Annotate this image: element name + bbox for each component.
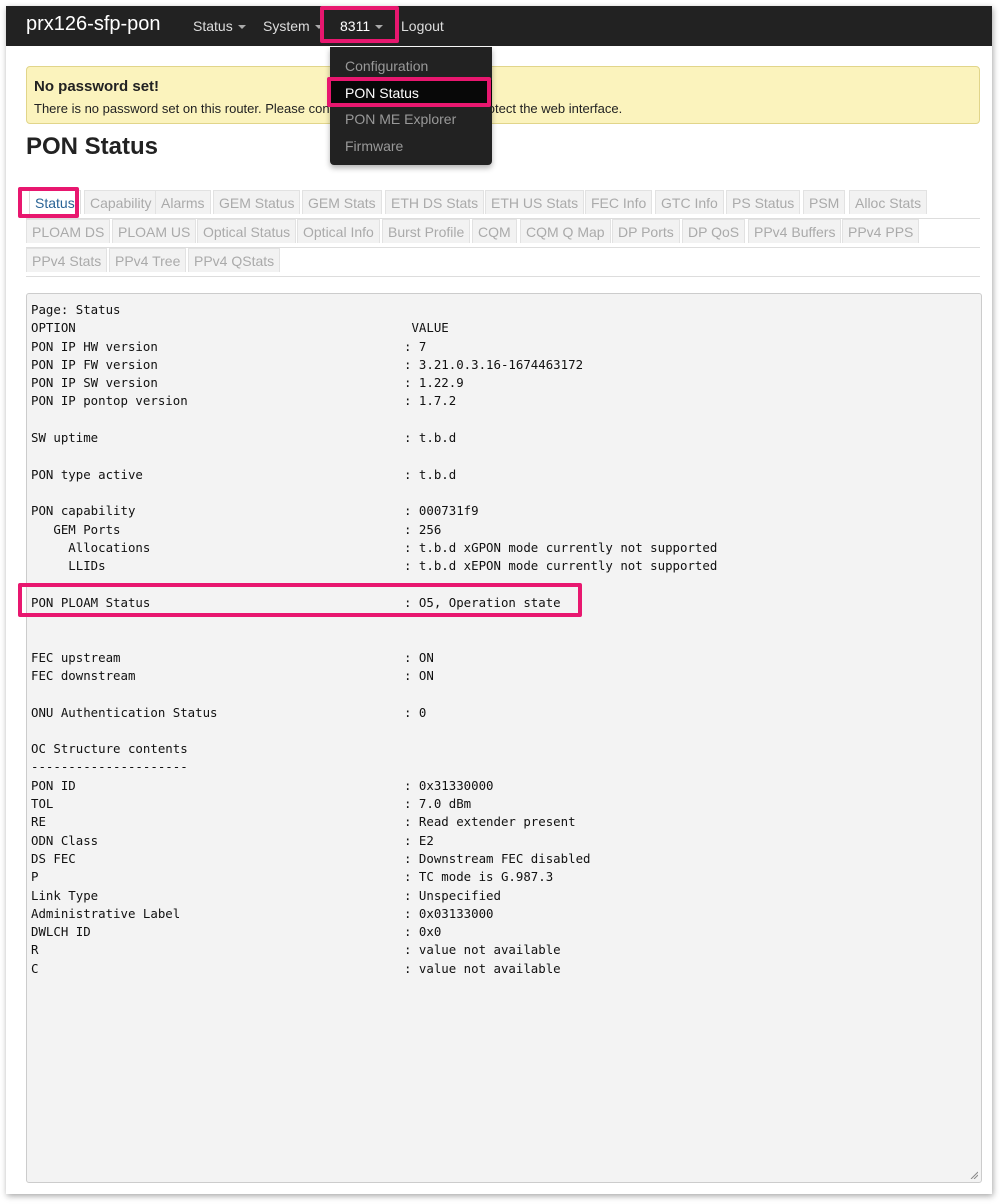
tab-cqm[interactable]: CQM (472, 219, 517, 243)
tab-ppv4-tree[interactable]: PPv4 Tree (109, 248, 187, 272)
tab-eth-us-stats[interactable]: ETH US Stats (485, 190, 585, 214)
tab-cqm-q-map[interactable]: CQM Q Map (520, 219, 611, 243)
tab-ploam-ds[interactable]: PLOAM DS (26, 219, 111, 243)
tab-capability[interactable]: Capability (84, 190, 158, 214)
tab-eth-ds-stats[interactable]: ETH DS Stats (385, 190, 485, 214)
resize-handle-icon[interactable] (970, 1171, 978, 1179)
tab-alarms[interactable]: Alarms (155, 190, 211, 214)
tab-row-3: PPv4 Stats PPv4 Tree PPv4 QStats (26, 246, 980, 277)
tab-ppv4-stats[interactable]: PPv4 Stats (26, 248, 108, 272)
no-password-alert: No password set! There is no password se… (26, 66, 980, 124)
tab-optical-status[interactable]: Optical Status (197, 219, 297, 243)
tab-ppv4-qstats[interactable]: PPv4 QStats (188, 248, 281, 272)
tab-row-1: Status Capability Alarms GEM Status GEM … (26, 188, 980, 219)
nav-system-menu[interactable]: System (263, 18, 323, 34)
status-output-textarea[interactable]: Page: Status OPTION VALUE PON IP HW vers… (26, 293, 982, 1183)
menu-item-configuration[interactable]: Configuration (345, 58, 428, 74)
tab-gem-stats[interactable]: GEM Stats (302, 190, 382, 214)
tab-ps-status[interactable]: PS Status (726, 190, 801, 214)
tab-gtc-info[interactable]: GTC Info (655, 190, 724, 214)
tab-ppv4-pps[interactable]: PPv4 PPS (842, 219, 920, 243)
menu-item-firmware[interactable]: Firmware (345, 138, 403, 154)
highlight-status-tab (18, 187, 79, 218)
tab-alloc-stats[interactable]: Alloc Stats (849, 190, 928, 214)
alert-title: No password set! (34, 78, 160, 95)
tab-dp-ports[interactable]: DP Ports (612, 219, 680, 243)
browser-page: prx126-sfp-pon Status System 8311 Logout… (6, 6, 992, 1194)
nav-status-menu[interactable]: Status (193, 18, 246, 34)
tab-optical-info[interactable]: Optical Info (297, 219, 380, 243)
menu-item-pon-me-explorer[interactable]: PON ME Explorer (345, 111, 456, 127)
page-title: PON Status (26, 133, 159, 160)
tab-fec-info[interactable]: FEC Info (585, 190, 653, 214)
tab-row-2: PLOAM DS PLOAM US Optical Status Optical… (26, 217, 980, 248)
status-output-text: Page: Status OPTION VALUE PON IP HW vers… (31, 302, 718, 976)
tab-ppv4-buffers[interactable]: PPv4 Buffers (748, 219, 842, 243)
highlight-ploam-status-line (18, 583, 582, 617)
highlight-8311-menu (320, 6, 399, 43)
highlight-pon-status-item (327, 77, 491, 107)
tab-ploam-us[interactable]: PLOAM US (112, 219, 197, 243)
top-navbar: prx126-sfp-pon Status System 8311 Logout (6, 6, 992, 46)
tab-burst-profile[interactable]: Burst Profile (382, 219, 471, 243)
tab-dp-qos[interactable]: DP QoS (682, 219, 746, 243)
nav-logout[interactable]: Logout (401, 18, 444, 34)
tab-gem-status[interactable]: GEM Status (213, 190, 301, 214)
chevron-down-icon (237, 25, 246, 30)
brand-title[interactable]: prx126-sfp-pon (26, 13, 161, 36)
tab-psm[interactable]: PSM (803, 190, 846, 214)
